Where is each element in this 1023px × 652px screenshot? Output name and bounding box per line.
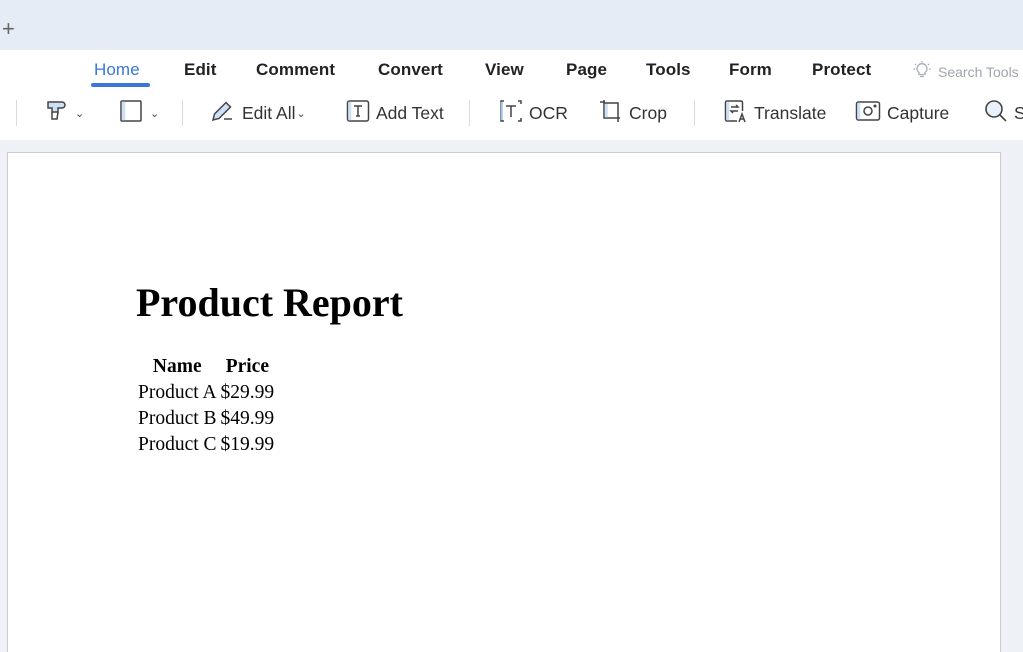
tab-bar: + [0, 0, 1023, 50]
active-tab-indicator [91, 83, 150, 87]
chevron-down-icon: ⌄ [150, 107, 160, 120]
edit-all-button[interactable]: Edit All ⌄ [210, 98, 306, 128]
product-price-cell: $49.99 [220, 408, 275, 429]
product-price-cell: $29.99 [220, 382, 275, 403]
ocr-icon [499, 99, 523, 128]
tab-view[interactable]: View [485, 60, 524, 84]
tab-edit[interactable]: Edit [184, 60, 217, 84]
translate-icon [724, 99, 748, 128]
search-tools-box[interactable]: Search Tools [912, 60, 1019, 83]
ocr-button[interactable]: OCR [499, 98, 568, 128]
tab-page[interactable]: Page [566, 60, 607, 84]
capture-label: Capture [887, 102, 950, 123]
column-header-price: Price [225, 356, 269, 377]
table-row: Product A $29.99 [137, 381, 275, 405]
edit-pen-icon [210, 99, 236, 128]
tab-tools[interactable]: Tools [646, 60, 691, 84]
document-title: Product Report [136, 280, 403, 325]
format-painter-icon [45, 99, 67, 128]
translate-button[interactable]: Translate [724, 98, 826, 128]
search-button[interactable]: S [984, 98, 1023, 128]
format-painter-button[interactable]: ⌄ [45, 98, 84, 128]
capture-button[interactable]: Capture [855, 98, 949, 128]
new-tab-button[interactable]: + [2, 17, 22, 41]
document-viewport[interactable]: Product Report Name Price Product A $29.… [0, 140, 1023, 652]
toolbar-divider [16, 100, 17, 126]
product-name-cell: Product C [138, 434, 217, 455]
search-icon [984, 99, 1008, 128]
product-name-cell: Product B [138, 408, 217, 429]
translate-label: Translate [754, 102, 827, 123]
tab-comment[interactable]: Comment [256, 60, 335, 84]
capture-icon [855, 99, 881, 128]
add-text-label: Add Text [376, 102, 444, 123]
shape-button[interactable]: ⌄ [120, 98, 159, 128]
tab-protect[interactable]: Protect [812, 60, 871, 84]
toolbar: ⌄ ⌄ Edit All ⌄ Add Text OCR Crop Transla… [0, 98, 1023, 128]
rectangle-icon [120, 99, 142, 127]
table-header-row: Name Price [137, 355, 275, 379]
chevron-down-icon: ⌄ [75, 107, 85, 120]
tab-home[interactable]: Home [94, 60, 140, 84]
product-price-cell: $19.99 [220, 434, 275, 455]
add-text-button[interactable]: Add Text [346, 98, 444, 128]
add-text-icon [346, 99, 370, 128]
chevron-down-icon: ⌄ [296, 107, 306, 120]
table-row: Product C $19.99 [137, 433, 275, 457]
table-row: Product B $49.99 [137, 407, 275, 431]
ocr-label: OCR [529, 102, 568, 123]
tab-form[interactable]: Form [729, 60, 772, 84]
crop-icon [599, 99, 623, 128]
lightbulb-icon [912, 60, 932, 83]
search-tools-placeholder: Search Tools [938, 63, 1019, 80]
document-page: Product Report Name Price Product A $29.… [7, 152, 1001, 652]
product-table: Name Price Product A $29.99 Product B $4… [135, 353, 277, 459]
edit-all-label: Edit All [242, 102, 296, 123]
search-label: S [1014, 102, 1023, 123]
crop-label: Crop [629, 102, 667, 123]
column-header-name: Name [152, 356, 202, 377]
toolbar-divider [469, 100, 470, 126]
toolbar-divider [694, 100, 695, 126]
tab-convert[interactable]: Convert [378, 60, 443, 84]
ribbon: Home Edit Comment Convert View Page Tool… [0, 50, 1023, 140]
toolbar-divider [182, 100, 183, 126]
product-name-cell: Product A [138, 382, 217, 403]
crop-button[interactable]: Crop [599, 98, 667, 128]
